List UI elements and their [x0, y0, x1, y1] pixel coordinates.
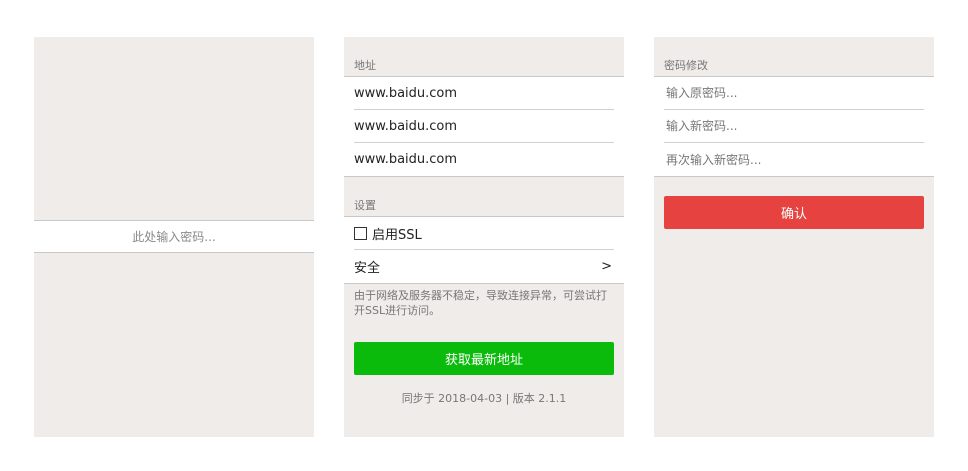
address-row	[354, 110, 614, 143]
address-section-label: 地址	[354, 59, 376, 72]
password-fields	[654, 76, 934, 177]
address-input-1[interactable]	[354, 85, 614, 101]
address-input-2[interactable]	[354, 118, 614, 134]
confirm-button[interactable]: 确认	[664, 196, 924, 229]
ssl-checkbox[interactable]	[354, 226, 367, 240]
settings-list: 启用SSL 安全 >	[344, 216, 624, 284]
address-settings-panel: 地址 设置 启用SSL 安全 > 由于网络及服务器不稳定，导致连接异常，可尝试打…	[344, 37, 624, 437]
address-input-3[interactable]	[354, 152, 614, 167]
fetch-latest-address-button[interactable]: 获取最新地址	[354, 342, 614, 375]
repeat-password-input[interactable]	[664, 152, 924, 167]
address-list	[344, 76, 624, 177]
address-row	[354, 143, 614, 176]
ssl-checkbox-label: 启用SSL	[372, 227, 422, 243]
security-menu-item[interactable]: 安全 >	[354, 250, 624, 283]
chevron-right-icon: >	[601, 259, 612, 274]
old-password-input[interactable]	[664, 86, 924, 100]
address-row	[354, 77, 614, 110]
ssl-toggle-row[interactable]: 启用SSL	[354, 217, 614, 250]
password-input[interactable]	[34, 228, 314, 245]
password-entry-panel	[34, 37, 314, 437]
settings-section-label: 设置	[354, 199, 376, 212]
password-row	[34, 220, 314, 253]
password-change-label: 密码修改	[664, 59, 708, 72]
security-label: 安全	[354, 261, 381, 276]
new-password-input[interactable]	[664, 119, 924, 133]
password-change-panel: 密码修改 确认	[654, 37, 934, 437]
sync-version-footer: 同步于 2018-04-03 | 版本 2.1.1	[401, 392, 567, 405]
new-password-row	[664, 110, 924, 143]
old-password-row	[664, 77, 924, 110]
connection-hint-text: 由于网络及服务器不稳定，导致连接异常，可尝试打开SSL进行访问。	[354, 289, 607, 317]
repeat-password-row	[664, 143, 924, 176]
